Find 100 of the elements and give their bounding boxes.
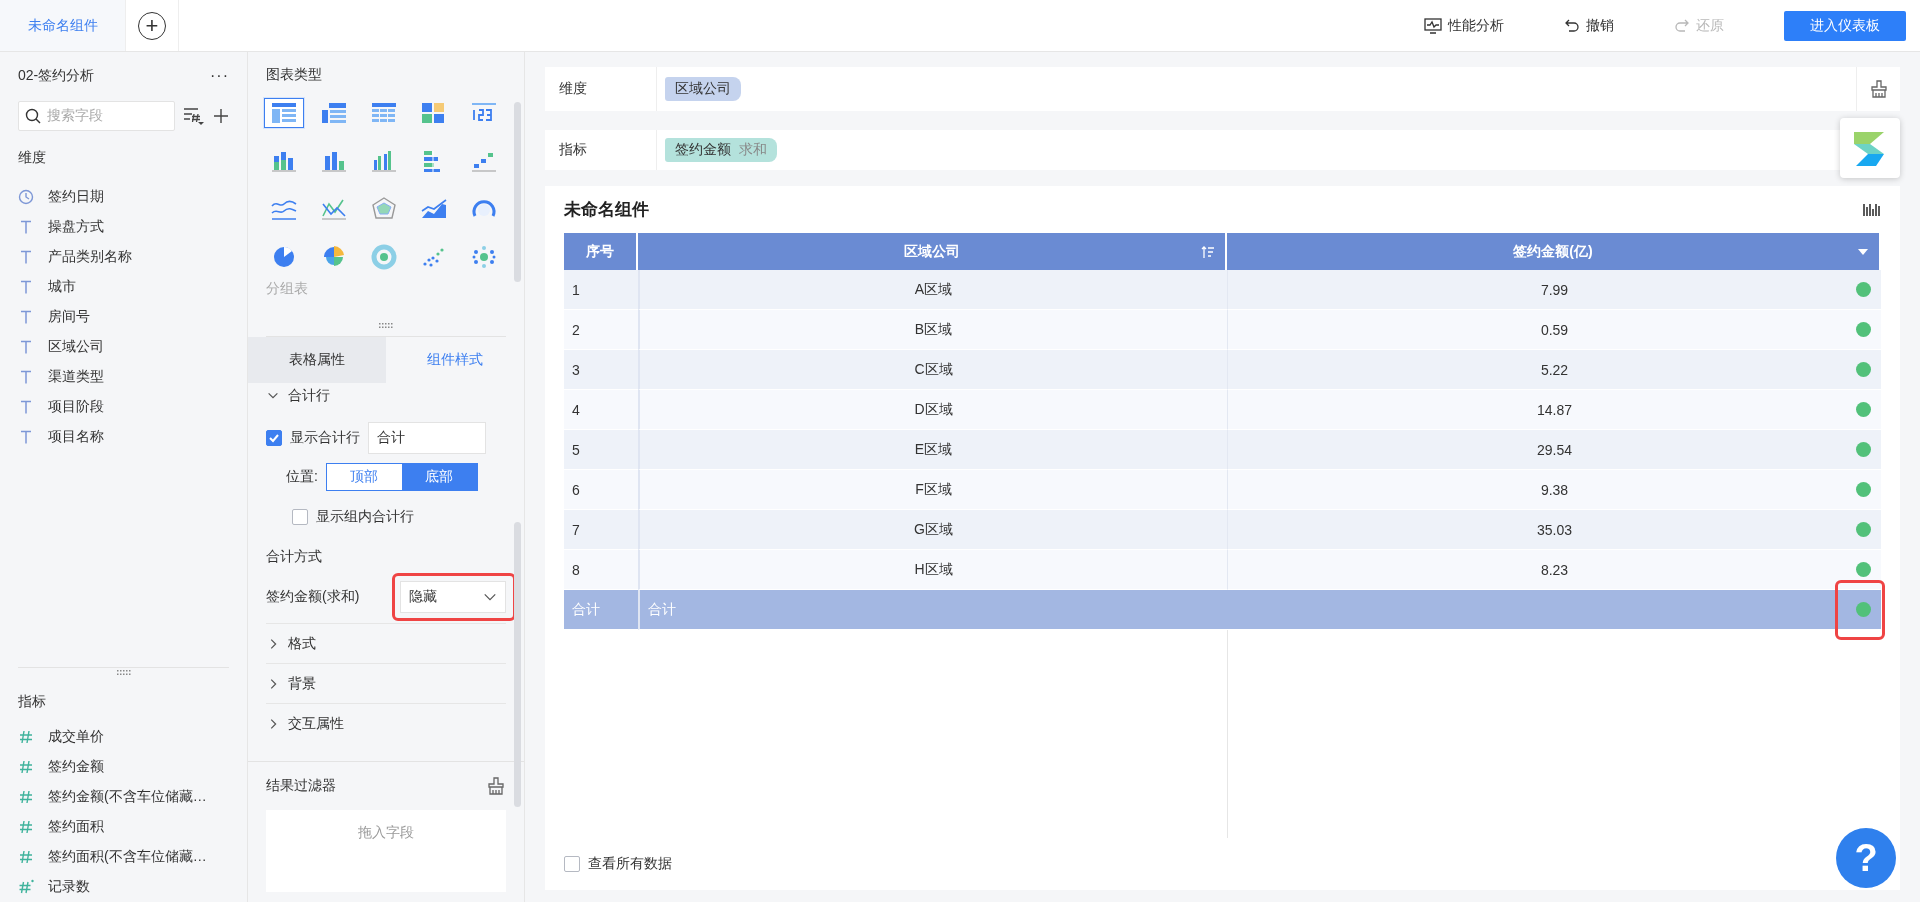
undo-icon	[1564, 17, 1580, 34]
table-cell: A区域	[638, 270, 1227, 310]
table-cell: C区域	[638, 350, 1227, 390]
field-sort-icon[interactable]	[183, 106, 205, 126]
status-dot-icon	[1856, 402, 1871, 417]
status-dot-icon	[1856, 322, 1871, 337]
text-type-icon	[18, 399, 34, 415]
field-item[interactable]: 签约日期	[18, 182, 104, 212]
section-title: 指标	[18, 692, 47, 711]
pulse-monitor-icon	[1424, 17, 1442, 34]
dimension-pill[interactable]: 区域公司	[665, 77, 741, 101]
scrollbar-thumb[interactable]	[514, 522, 521, 807]
field-item[interactable]: 操盘方式	[18, 212, 104, 242]
hash-star-icon	[18, 879, 34, 895]
scrollbar-thumb[interactable]	[514, 102, 521, 282]
field-item[interactable]: 签约金额(不含车位储藏…	[18, 782, 207, 812]
status-dot-icon	[1856, 602, 1871, 617]
status-dot-icon	[1856, 562, 1871, 577]
component-title: 未命名组件	[564, 199, 649, 221]
section-title: 合计方式	[266, 547, 322, 566]
table-cell: 9.38	[1227, 470, 1881, 510]
status-dot-icon	[1856, 442, 1871, 457]
component-tab[interactable]: 未命名组件	[0, 0, 126, 51]
bar-label: 维度	[545, 67, 657, 111]
text-type-icon	[18, 369, 34, 385]
clock-icon	[18, 189, 34, 205]
total-label-field[interactable]: 合计	[368, 422, 486, 454]
barcode-chart-icon[interactable]	[1863, 202, 1881, 217]
table-chart-icon	[270, 100, 298, 126]
total-cell: 合计	[564, 590, 638, 630]
checkbox[interactable]	[266, 430, 282, 446]
field-item[interactable]: 区域公司	[18, 332, 104, 362]
text-type-icon	[18, 279, 34, 295]
broom-icon[interactable]	[1868, 79, 1889, 99]
enter-dashboard-button[interactable]: 进入仪表板	[1784, 10, 1906, 41]
total-method-select[interactable]: 隐藏	[400, 581, 506, 613]
table-cell: 8.23	[1227, 550, 1881, 590]
grip-icon[interactable]	[379, 323, 393, 329]
hash-icon	[18, 789, 34, 805]
field-label: 签约金额(求和)	[266, 588, 360, 606]
table-cell: 35.03	[1227, 510, 1881, 550]
undo-button[interactable]: 撤销	[1564, 16, 1614, 35]
add-icon[interactable]	[213, 108, 229, 124]
sort-icon[interactable]	[1201, 244, 1215, 259]
checkbox-label: 显示合计行	[290, 429, 360, 447]
total-row-section[interactable]: 合计行	[266, 383, 506, 409]
checkbox-label: 查看所有数据	[588, 855, 672, 873]
table-cell: 5	[564, 430, 638, 470]
table-cell: 4	[564, 390, 638, 430]
broom-icon[interactable]	[486, 776, 506, 796]
search-icon	[25, 108, 41, 124]
collapsed-section[interactable]: 背景	[266, 663, 506, 703]
table-cell: 8	[564, 550, 638, 590]
checkbox-label: 显示组内合计行	[316, 508, 414, 526]
checkbox[interactable]	[292, 509, 308, 525]
field-item[interactable]: 签约面积	[18, 812, 104, 842]
app-logo-icon[interactable]	[1840, 118, 1900, 178]
section-title: 图表类型	[266, 65, 323, 84]
more-button[interactable]: ···	[210, 67, 229, 85]
table-cell: 0.59	[1227, 310, 1881, 350]
text-type-icon	[18, 339, 34, 355]
position-option[interactable]: 底部	[401, 464, 477, 490]
table-cell: 7.99	[1227, 270, 1881, 310]
metric-pill[interactable]: 签约金额 求和	[665, 138, 777, 162]
table-cell: 1	[564, 270, 638, 310]
table-cell: 2	[564, 310, 638, 350]
table-cell: 14.87	[1227, 390, 1881, 430]
status-dot-icon	[1856, 282, 1871, 297]
checkbox[interactable]	[564, 856, 580, 872]
collapsed-section[interactable]: 格式	[266, 623, 506, 663]
field-item[interactable]: 项目名称	[18, 422, 104, 452]
field-item[interactable]: 项目阶段	[18, 392, 104, 422]
text-type-icon	[18, 249, 34, 265]
field-item[interactable]: 成交单价	[18, 722, 104, 752]
text-type-icon	[18, 219, 34, 235]
radar-chart-icon	[370, 196, 398, 222]
field-item[interactable]: 签约面积(不含车位储藏…	[18, 842, 207, 872]
field-item[interactable]: 房间号	[18, 302, 90, 332]
hash-icon	[18, 849, 34, 865]
performance-button[interactable]: 性能分析	[1424, 16, 1504, 35]
field-item[interactable]: 城市	[18, 272, 76, 302]
field-item[interactable]: 签约金额	[18, 752, 104, 782]
sunburst-chart-icon	[370, 244, 398, 270]
table-cell: B区域	[638, 310, 1227, 350]
field-item[interactable]: 记录数	[18, 872, 90, 902]
settings-tab[interactable]: 表格属性	[248, 337, 386, 383]
dropdown-caret-icon[interactable]	[1857, 247, 1869, 256]
grip-icon[interactable]	[116, 670, 131, 676]
bubble-chart-icon	[470, 244, 498, 270]
chart-type-option[interactable]	[264, 98, 304, 128]
table-cell: H区域	[638, 550, 1227, 590]
field-item[interactable]: 产品类别名称	[18, 242, 132, 272]
grouped-column-chart-icon	[370, 148, 398, 174]
field-item[interactable]: 渠道类型	[18, 362, 104, 392]
text-type-icon	[18, 429, 34, 445]
hash-icon	[18, 759, 34, 775]
hash-icon	[18, 729, 34, 745]
position-option[interactable]: 顶部	[326, 464, 402, 490]
collapsed-section[interactable]: 交互属性	[266, 703, 506, 743]
field-label: 位置:	[286, 468, 318, 486]
